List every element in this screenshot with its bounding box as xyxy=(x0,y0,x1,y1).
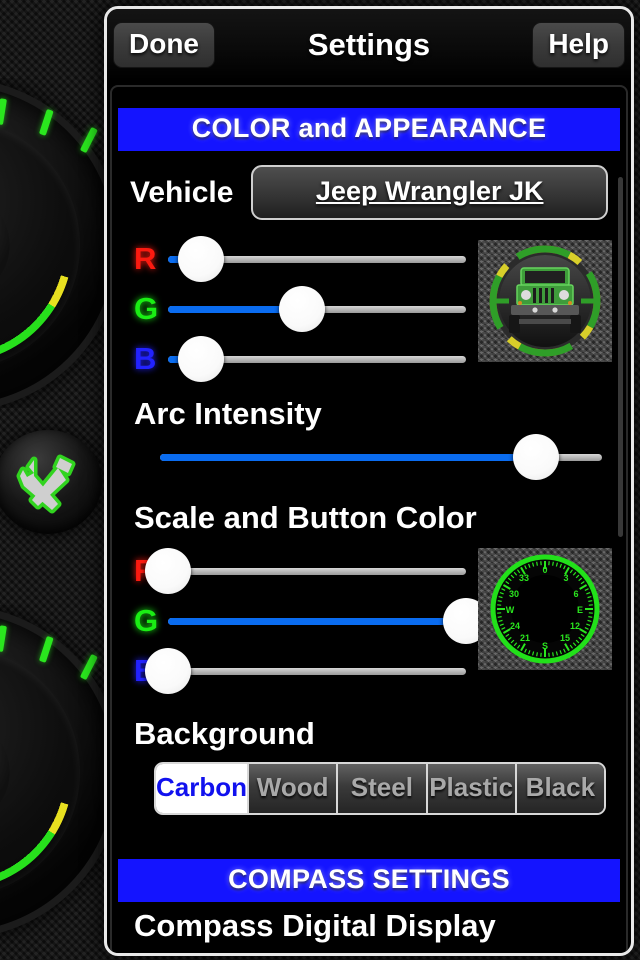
gauge-tick xyxy=(0,624,7,652)
svg-text:15: 15 xyxy=(560,633,570,643)
background-option-plastic[interactable]: Plastic xyxy=(427,764,517,813)
gauge-tick xyxy=(38,108,54,136)
svg-text:E: E xyxy=(577,605,583,615)
svg-text:30: 30 xyxy=(509,589,519,599)
svg-text:S: S xyxy=(542,641,548,651)
settings-scroll-area[interactable]: COLOR and APPEARANCE Vehicle Jeep Wrangl… xyxy=(110,85,628,956)
done-button[interactable]: Done xyxy=(113,21,215,68)
compass-digital-display-segmented-control[interactable]: DEGREESDIRECTION xyxy=(134,954,604,956)
arc-intensity-label: Arc Intensity xyxy=(134,396,322,431)
gauge-ticks xyxy=(0,612,120,932)
svg-text:12: 12 xyxy=(570,621,580,631)
help-button[interactable]: Help xyxy=(532,21,625,68)
app-root: Done Settings Help COLOR and APPEARANCE … xyxy=(0,0,640,960)
gauge-tick xyxy=(38,635,54,663)
background-option-steel[interactable]: Steel xyxy=(338,764,428,813)
vehicle-slider-b[interactable] xyxy=(168,336,466,382)
vehicle-row: Vehicle Jeep Wrangler JK xyxy=(112,151,626,220)
green-compass-rose-icon: 0 3 6 E 12 15 S 21 24 W 30 33 xyxy=(490,554,600,664)
channel-label-g: G xyxy=(134,603,159,638)
scale-button-color-label: Scale and Button Color xyxy=(134,500,477,535)
svg-text:3: 3 xyxy=(563,573,568,583)
gauge-ticks xyxy=(0,85,120,405)
background-option-carbon[interactable]: Carbon xyxy=(156,764,249,813)
vehicle-slider-g[interactable] xyxy=(168,286,466,332)
background-segmented-control[interactable]: Carbon Wood Steel Plastic Black xyxy=(154,762,606,815)
svg-text:33: 33 xyxy=(519,573,529,583)
slider-thumb[interactable] xyxy=(145,548,191,594)
vehicle-rgb-sliders: R G B xyxy=(112,228,626,384)
settings-modal-panel: Done Settings Help COLOR and APPEARANCE … xyxy=(104,6,634,956)
section-header-compass: COMPASS SETTINGS xyxy=(118,859,620,902)
slider-thumb[interactable] xyxy=(177,236,224,282)
channel-label-b: B xyxy=(134,341,157,376)
scale-slider-g[interactable] xyxy=(168,598,489,644)
vehicle-slider-r[interactable] xyxy=(168,236,466,282)
arc-intensity-slider[interactable] xyxy=(160,434,602,480)
channel-label-g: G xyxy=(134,291,159,326)
scale-rgb-sliders: R G B xyxy=(112,540,626,696)
title-bar: Done Settings Help xyxy=(107,9,631,81)
arc-intensity-slider-row xyxy=(112,432,626,482)
svg-text:W: W xyxy=(506,605,515,615)
wrench-hammer-icon xyxy=(16,454,76,514)
scrollbar[interactable] xyxy=(618,177,623,537)
gauge-tick xyxy=(79,126,98,153)
slider-thumb[interactable] xyxy=(177,336,224,382)
background-gauge-top xyxy=(0,78,120,408)
scale-slider-b[interactable] xyxy=(145,648,466,694)
vehicle-preview-thumbnail xyxy=(478,240,612,362)
tools-wrench-hammer-button[interactable] xyxy=(0,430,102,534)
background-gauge-bottom xyxy=(0,605,120,960)
slider-thumb[interactable] xyxy=(512,434,559,480)
background-option-black[interactable]: Black xyxy=(516,764,604,813)
channel-label-r: R xyxy=(134,241,157,276)
section-header-appearance: COLOR and APPEARANCE xyxy=(118,108,620,151)
svg-text:0: 0 xyxy=(542,565,547,575)
svg-text:6: 6 xyxy=(573,589,578,599)
gauge-tick xyxy=(79,653,98,680)
vehicle-label: Vehicle xyxy=(130,175,234,209)
svg-text:21: 21 xyxy=(520,633,530,643)
svg-text:24: 24 xyxy=(510,621,520,631)
background-option-wood[interactable]: Wood xyxy=(249,764,339,813)
background-label: Background xyxy=(134,716,315,751)
scale-slider-r[interactable] xyxy=(145,548,466,594)
gauge-tick xyxy=(0,97,7,125)
compass-digital-display-label: Compass Digital Display xyxy=(134,908,496,943)
vehicle-select-button[interactable]: Jeep Wrangler JK xyxy=(251,165,608,220)
compass-preview-thumbnail: 0 3 6 E 12 15 S 21 24 W 30 33 xyxy=(478,548,612,670)
slider-thumb[interactable] xyxy=(279,286,326,332)
jeep-front-tilt-gauge-icon xyxy=(489,245,601,357)
slider-thumb[interactable] xyxy=(145,648,191,694)
